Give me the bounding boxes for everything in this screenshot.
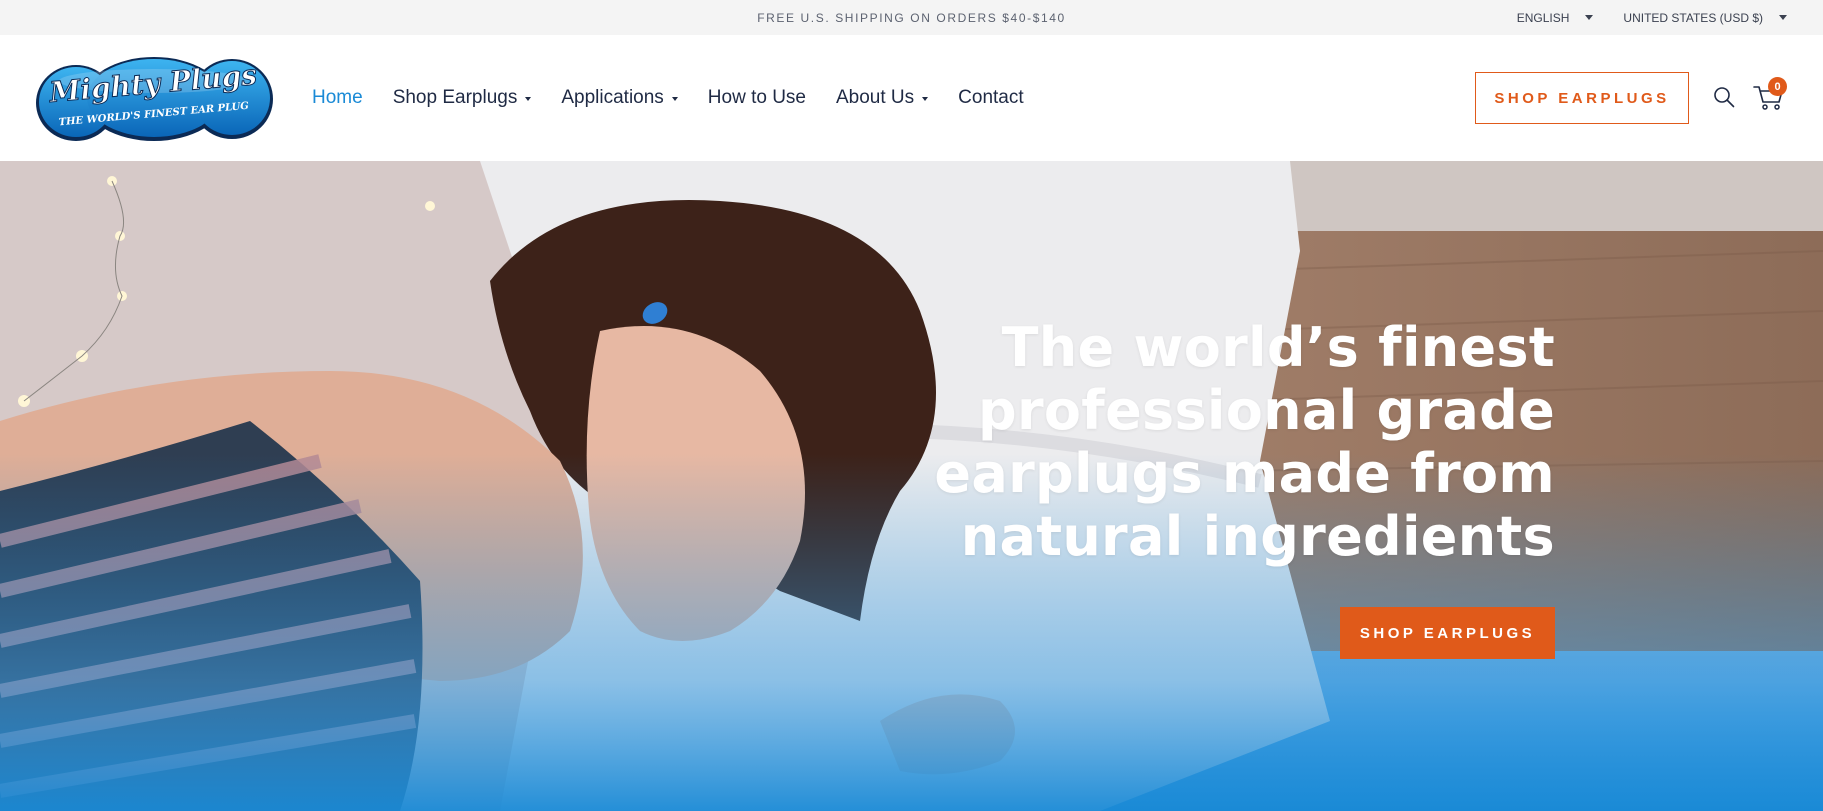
cart-count-badge: 0 <box>1768 77 1787 96</box>
nav-label: Contact <box>958 87 1024 108</box>
nav-label: About Us <box>836 87 915 108</box>
chevron-down-icon <box>671 97 678 101</box>
logo-badge: Mighty Plugs THE WORLD'S FINEST EAR PLUG <box>36 57 273 141</box>
chevron-down-icon <box>922 97 929 101</box>
locale-selectors: ENGLISH UNITED STATES (USD $) <box>1517 0 1787 35</box>
search-icon[interactable] <box>1713 86 1735 108</box>
chevron-down-icon <box>1585 15 1594 20</box>
hero-shop-button[interactable]: SHOP EARPLUGS <box>1340 607 1555 659</box>
currency-label: UNITED STATES (USD $) <box>1623 10 1763 25</box>
nav-about-us[interactable]: About Us <box>836 87 929 109</box>
currency-selector[interactable]: UNITED STATES (USD $) <box>1623 11 1787 25</box>
nav-contact[interactable]: Contact <box>958 87 1023 109</box>
chevron-down-icon <box>525 97 532 101</box>
header-shop-button[interactable]: SHOP EARPLUGS <box>1475 72 1689 124</box>
main-nav: Home Shop Earplugs Applications How to U… <box>312 35 1024 161</box>
logo[interactable]: Mighty Plugs THE WORLD'S FINEST EAR PLUG <box>34 53 274 143</box>
language-label: ENGLISH <box>1516 10 1570 25</box>
nav-label: Applications <box>561 87 664 108</box>
announcement-text: FREE U.S. SHIPPING ON ORDERS $40-$140 <box>757 10 1066 25</box>
announcement-bar: FREE U.S. SHIPPING ON ORDERS $40-$140 EN… <box>0 0 1823 35</box>
nav-label: Home <box>312 87 363 108</box>
nav-shop-earplugs[interactable]: Shop Earplugs <box>393 87 532 109</box>
hero-title: The world’s finest professional grade ea… <box>934 316 1555 568</box>
hero-banner: The world’s finest professional grade ea… <box>0 161 1823 811</box>
nav-how-to-use[interactable]: How to Use <box>708 87 806 109</box>
chevron-down-icon <box>1779 15 1787 20</box>
nav-home[interactable]: Home <box>312 87 363 109</box>
nav-label: Shop Earplugs <box>392 87 518 108</box>
site-header: Mighty Plugs THE WORLD'S FINEST EAR PLUG… <box>0 35 1823 161</box>
nav-label: How to Use <box>707 87 806 108</box>
nav-applications[interactable]: Applications <box>561 87 678 109</box>
language-selector[interactable]: ENGLISH <box>1517 11 1594 25</box>
